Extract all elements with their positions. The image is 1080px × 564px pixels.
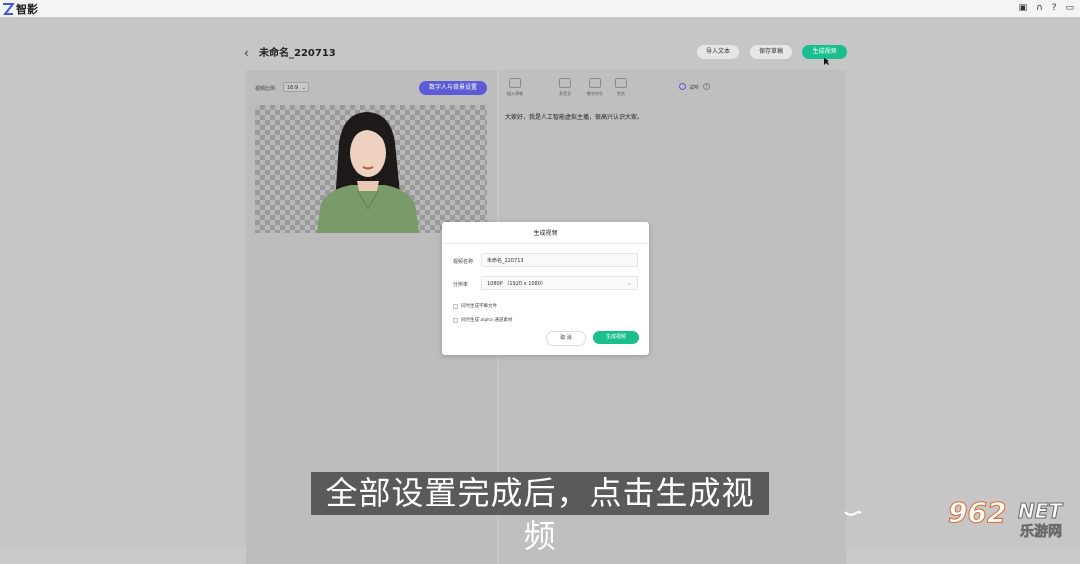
logo-icon (2, 3, 14, 15)
video-caption: 全部设置完成后，点击生成视频 (311, 472, 769, 555)
preview-canvas[interactable] (255, 105, 487, 233)
title-bar: 智影 ▣ ∩ ? ▭ (0, 0, 1080, 18)
tool-label: 数字符号 (587, 91, 603, 96)
app-logo: 智影 (2, 1, 38, 17)
generate-video-dialog: 生成视频 视频名称 未命名_220713 分辨率 1080P （1920 x 1… (442, 222, 649, 355)
chevron-down-icon: ⌄ (626, 280, 632, 287)
tool-label: 别名 (617, 91, 625, 96)
chevron-down-icon: ⌄ (301, 85, 306, 91)
ratio-label: 视频比例 (255, 86, 276, 92)
import-text-button[interactable]: 导入文本 (697, 45, 739, 59)
watermark-suffix: NET (1017, 499, 1063, 524)
resolution-label: 分辨率 (453, 282, 469, 288)
preview-audio-label[interactable]: 试听 (689, 84, 699, 91)
site-watermark: 962 NET 乐游网 (940, 496, 1075, 541)
number-icon (589, 78, 601, 88)
tool-label: 插入停顿 (507, 91, 523, 96)
timeline-marker: · (256, 265, 258, 271)
avatar-figure (317, 112, 419, 233)
insert-pause-tool[interactable]: 插入停顿 (504, 78, 526, 97)
alpha-option[interactable]: 同时生成 alpha 通道素材 (453, 317, 512, 323)
import-icon (509, 78, 521, 88)
alias-tool[interactable]: 别名 (610, 78, 632, 97)
watermark-site: 乐游网 (1020, 524, 1063, 541)
help-icon[interactable]: ? (1052, 2, 1057, 14)
alpha-checkbox[interactable] (453, 317, 458, 323)
subtitle-option[interactable]: 同时生成字幕文件 (453, 303, 497, 309)
dialog-divider (442, 243, 649, 244)
number-symbol-tool[interactable]: 数字符号 (584, 78, 606, 97)
subtitle-checkbox[interactable] (453, 303, 458, 309)
watermark-number: 962 (947, 496, 1007, 530)
video-name-value: 未命名_220713 (487, 258, 524, 264)
script-text[interactable]: 大家好，我是人工智能虚拟主播，很高兴认识大家。 (505, 112, 643, 121)
confirm-generate-button[interactable]: 生成视频 (593, 331, 639, 344)
cancel-button[interactable]: 取 消 (546, 331, 586, 346)
ratio-select[interactable]: 16:9 ⌄ (283, 82, 309, 92)
subtitle-option-label: 同时生成字幕文件 (461, 304, 497, 309)
delete-icon[interactable]: ▣ (1019, 2, 1028, 14)
cursor-trail-icon (844, 511, 862, 516)
polyphone-tool[interactable]: 多音字 (554, 78, 576, 97)
note-icon (615, 78, 627, 88)
ratio-value: 16:9 (287, 85, 299, 91)
video-name-input[interactable]: 未命名_220713 (481, 253, 638, 267)
polyphone-icon (559, 78, 571, 88)
resolution-value: 1080P （1920 x 1080） (487, 281, 546, 287)
play-icon[interactable] (679, 83, 686, 90)
resolution-select[interactable]: 1080P （1920 x 1080） ⌄ (481, 276, 638, 290)
tool-label: 多音字 (559, 91, 571, 96)
back-icon[interactable]: ‹ (244, 46, 249, 60)
window-controls: ▣ ∩ ? ▭ (1019, 2, 1074, 14)
alpha-option-label: 同时生成 alpha 通道素材 (461, 318, 513, 323)
dialog-title: 生成视频 (533, 230, 558, 237)
video-name-label: 视频名称 (453, 259, 474, 265)
save-draft-button[interactable]: 保存草稿 (750, 45, 792, 59)
question-icon[interactable]: ? (703, 83, 710, 90)
project-title: 未命名_220713 (259, 48, 336, 59)
headset-icon[interactable]: ∩ (1036, 2, 1043, 14)
message-icon[interactable]: ▭ (1065, 2, 1074, 14)
mouse-cursor-icon (824, 58, 829, 65)
avatar-background-settings-button[interactable]: 数字人与背景设置 (419, 81, 487, 95)
app-name: 智影 (16, 3, 38, 16)
